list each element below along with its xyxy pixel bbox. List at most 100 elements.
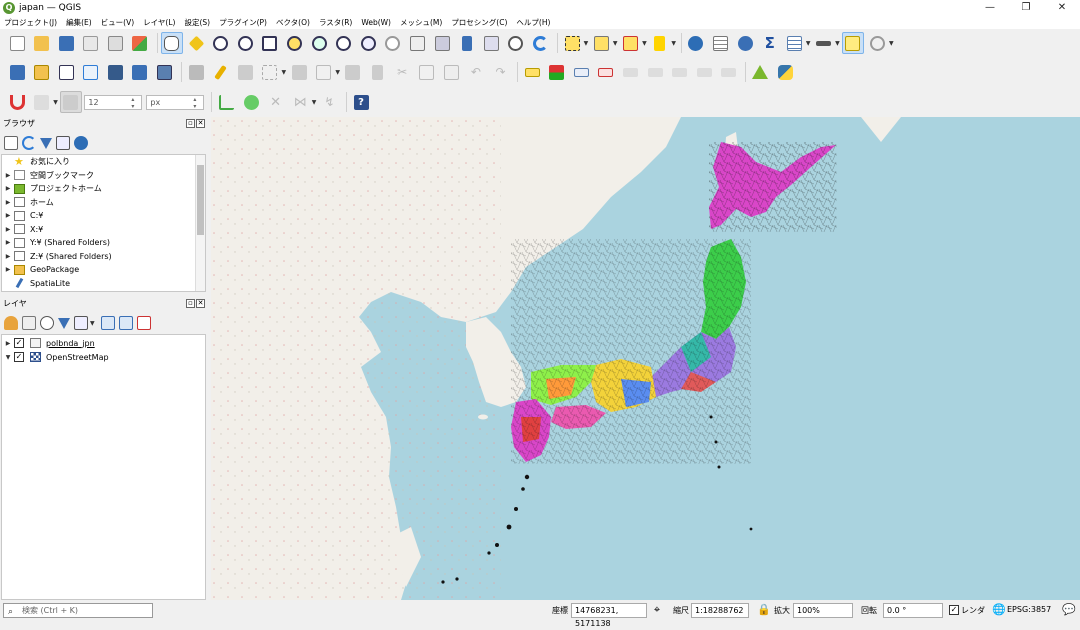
data-source-manager-button[interactable] [6,61,28,83]
help-button[interactable]: ? [350,91,372,113]
deselect-features-button[interactable] [620,32,642,54]
new-3d-view-button[interactable] [431,32,453,54]
chevron-down-icon[interactable]: ▼ [53,99,58,106]
menu-layer[interactable]: レイヤ(L) [143,17,175,28]
filter-by-expression-button[interactable] [74,316,88,330]
avoid-overlap-button[interactable] [240,91,262,113]
messages-icon[interactable]: 💬 [1062,603,1076,617]
current-edits-button[interactable] [185,61,207,83]
rotate-label-button[interactable] [644,61,666,83]
expand-all-button[interactable] [100,316,115,330]
layer-styling-button[interactable] [4,316,18,330]
remove-layer-button[interactable] [136,316,151,330]
browser-item-drive-z[interactable]: ▶ Z:¥ (Shared Folders) [2,250,205,264]
layer-diagram-button[interactable] [546,61,568,83]
chevron-down-icon[interactable]: ▼ [282,69,287,76]
temporal-controller-button[interactable] [505,32,527,54]
snapping-intersection-button[interactable]: ✕ [265,91,287,113]
new-print-layout-button[interactable] [80,32,102,54]
locator-button[interactable] [866,32,888,54]
expand-arrow-icon[interactable]: ▶ [2,253,14,260]
menu-processing[interactable]: プロセシング(C) [451,17,507,28]
menu-mesh[interactable]: メッシュ(M) [400,17,442,28]
zoom-out-button[interactable] [234,32,256,54]
browser-item-geopackage[interactable]: ▶ GeoPackage [2,263,205,277]
expand-arrow-icon[interactable]: ▶ [2,226,14,233]
chevron-down-icon[interactable]: ▼ [835,40,840,47]
chevron-down-icon[interactable]: ▼ [584,40,589,47]
self-snapping-button[interactable]: ↯ [318,91,340,113]
map-tips-button[interactable] [841,32,864,54]
menu-settings[interactable]: 設定(S) [184,17,210,28]
undo-button[interactable]: ↶ [465,61,487,83]
pan-to-selection-button[interactable] [185,32,207,54]
expand-arrow-icon[interactable]: ▶ [2,239,14,246]
browser-item-project-home[interactable]: ▶ プロジェクトホーム [2,182,205,196]
add-group-button[interactable] [22,316,36,330]
lock-scale-icon[interactable]: 🔒 [757,603,771,617]
statistical-summary-button[interactable]: Σ [759,32,781,54]
modify-attributes-button[interactable] [313,61,335,83]
collapse-all-layers-button[interactable] [118,316,133,330]
menu-vector[interactable]: ベクタ(O) [276,17,310,28]
pan-map-button[interactable] [160,32,183,54]
open-project-button[interactable] [31,32,53,54]
coordinate-field[interactable]: 14768231, 5171138 [571,603,647,628]
scale-field[interactable]: 1:18288762 [691,603,749,618]
edit-geometry-button[interactable] [342,61,364,83]
new-map-view-button[interactable] [407,32,429,54]
select-location-button[interactable] [649,32,671,54]
new-shapefile-layer-button[interactable] [55,61,77,83]
maximize-button[interactable]: ❐ [1008,0,1044,16]
menu-edit[interactable]: 編集(E) [66,17,92,28]
new-bookmark-button[interactable] [456,32,478,54]
vertex-tool-button[interactable] [288,61,310,83]
menu-help[interactable]: ヘルプ(H) [516,17,550,28]
collapse-all-button[interactable] [56,136,70,150]
save-edits-button[interactable] [234,61,256,83]
zoom-to-selection-button[interactable] [284,32,306,54]
processing-toolbox-button[interactable] [734,32,756,54]
delete-selected-button[interactable] [367,61,389,83]
cut-features-button[interactable]: ✂ [391,61,413,83]
chevron-down-icon[interactable]: ▼ [613,40,618,47]
render-checkbox[interactable]: ✓ [949,605,959,615]
menu-raster[interactable]: ラスタ(R) [319,17,352,28]
topological-editing-button[interactable] [215,91,237,113]
magnifier-field[interactable]: 100% [793,603,853,618]
layer-visibility-checkbox[interactable]: ✓ [14,352,24,362]
add-feature-button[interactable] [259,61,281,83]
browser-item-spatial-bookmarks[interactable]: ▶ 空間ブックマーク [2,169,205,183]
new-project-button[interactable] [6,32,28,54]
new-spatialite-layer-button[interactable] [154,61,176,83]
zoom-to-layer-button[interactable] [308,32,330,54]
menu-view[interactable]: ビュー(V) [101,17,134,28]
save-project-button[interactable] [55,32,77,54]
identify-features-button[interactable] [685,32,707,54]
layer-row-openstreetmap[interactable]: ▼ ✓ OpenStreetMap [2,350,205,364]
new-temporary-layer-button[interactable] [80,61,102,83]
manage-map-themes-button[interactable] [40,316,54,330]
attribute-table-menu-button[interactable] [783,32,805,54]
map-canvas[interactable] [211,117,1080,600]
show-hide-labels-button[interactable] [693,61,715,83]
python-console-button[interactable] [774,61,796,83]
chevron-down-icon[interactable]: ▼ [671,40,676,47]
chevron-down-icon[interactable]: ▼ [335,69,340,76]
toggle-label-display-button[interactable] [595,61,617,83]
style-manager-button[interactable] [129,32,151,54]
chevron-down-icon[interactable]: ▼ [806,40,811,47]
label-properties-button[interactable] [718,61,740,83]
layer-labeling-button[interactable] [521,61,543,83]
chevron-down-icon[interactable]: ▼ [889,40,894,47]
crs-globe-icon[interactable]: 🌐 [992,603,1006,617]
close-panel-button[interactable]: ✕ [196,119,205,128]
trace-button[interactable]: ⋈ [289,91,311,113]
menu-web[interactable]: Web(W) [361,18,391,27]
collapse-arrow-icon[interactable]: ▼ [2,354,14,361]
enable-snapping-button[interactable] [6,91,28,113]
zoom-next-button[interactable] [382,32,404,54]
add-selected-layers-button[interactable] [4,136,18,150]
browser-item-favorites[interactable]: ★ お気に入り [2,155,205,169]
rotation-field[interactable]: 0.0 ° [883,603,943,618]
